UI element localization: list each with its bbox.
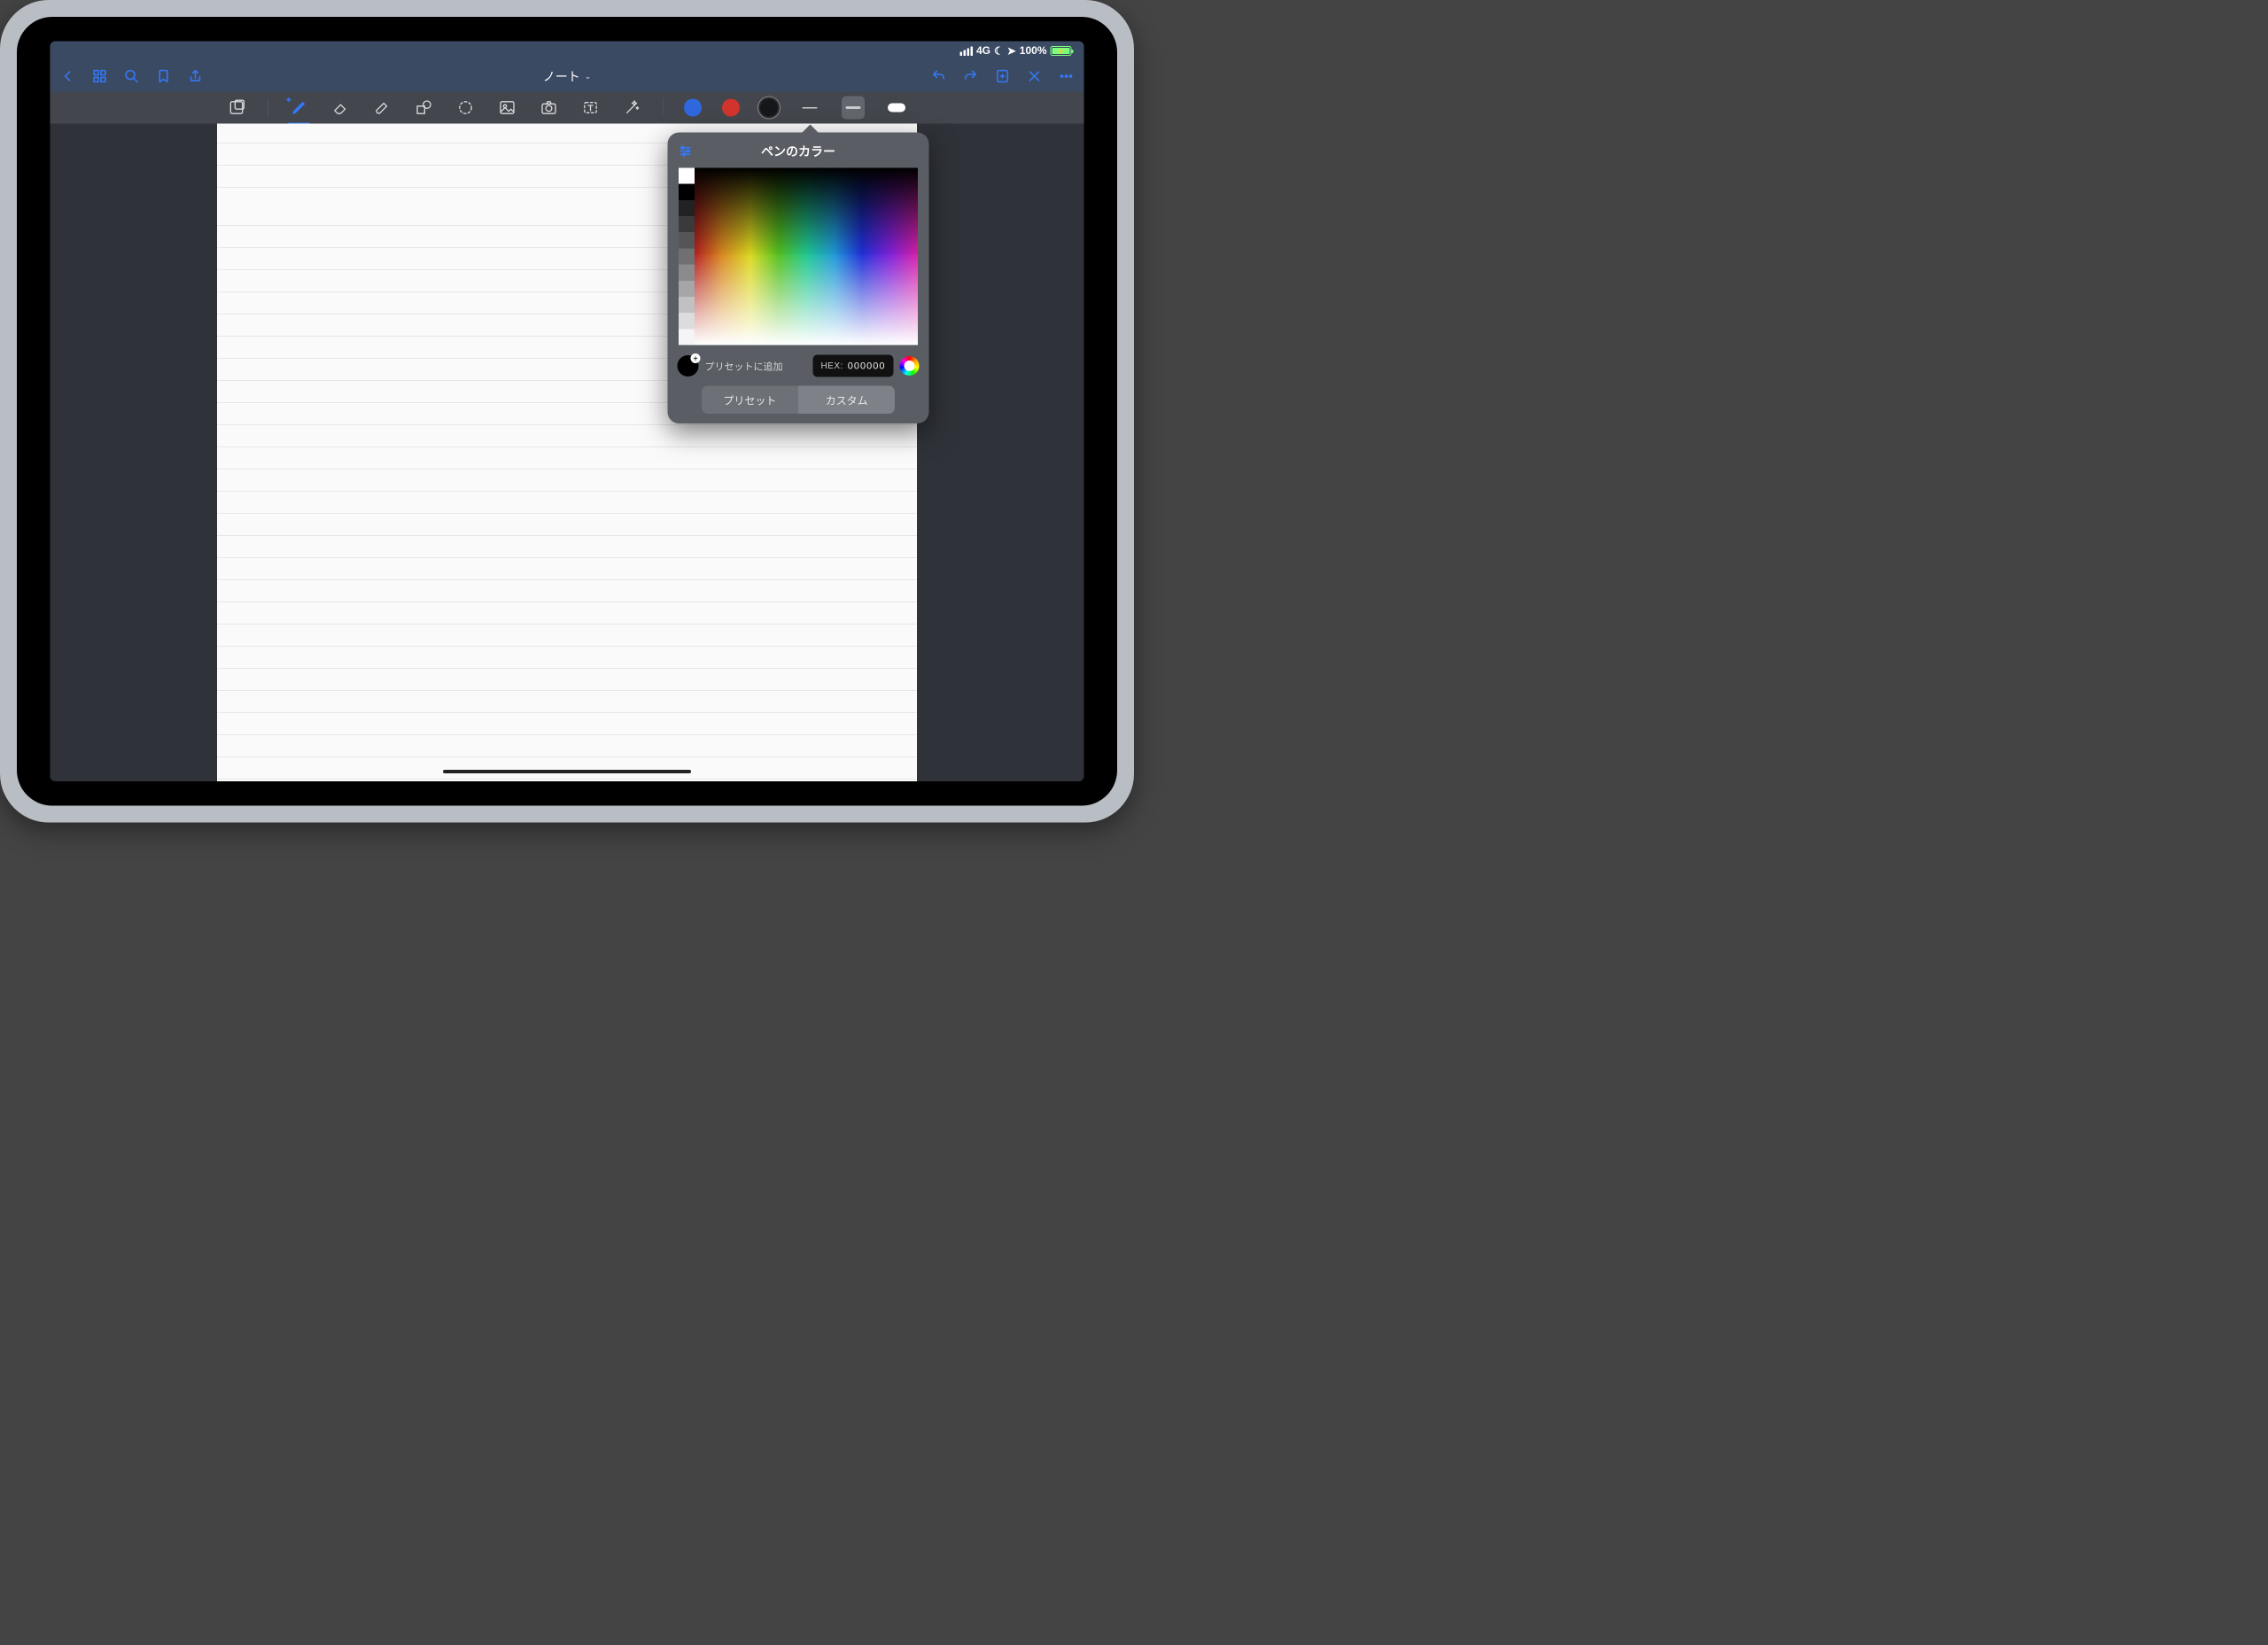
title-text: ノート bbox=[543, 67, 580, 85]
tab-preset[interactable]: プリセット bbox=[702, 386, 798, 415]
text-tool[interactable] bbox=[580, 97, 602, 119]
settings-icon[interactable] bbox=[678, 144, 694, 159]
bookmark-button[interactable] bbox=[155, 67, 173, 85]
close-button[interactable] bbox=[1026, 67, 1044, 85]
tool-bar: ∗ bbox=[50, 92, 1084, 124]
hex-label: HEX: bbox=[820, 361, 843, 371]
network-label: 4G bbox=[976, 45, 990, 58]
lasso-tool[interactable] bbox=[455, 97, 477, 119]
bluetooth-icon: ∗ bbox=[286, 96, 292, 105]
app-header: ノート ⌄ bbox=[50, 61, 1084, 92]
status-bar: 4G ☾ ➤ 100% ⚡ bbox=[50, 42, 1084, 61]
moon-icon: ☾ bbox=[994, 44, 1004, 58]
popover-title: ペンのカラー bbox=[761, 143, 835, 160]
share-button[interactable] bbox=[187, 67, 205, 85]
add-preset-icon: + bbox=[691, 353, 701, 363]
battery-percent: 100% bbox=[1020, 45, 1047, 58]
back-button[interactable] bbox=[59, 67, 77, 85]
undo-button[interactable] bbox=[930, 67, 948, 85]
canvas-area: ペンのカラー + プリセットに追加 HEX: 000000 bbox=[50, 124, 1084, 782]
camera-tool[interactable] bbox=[539, 97, 560, 119]
color-tabs: プリセット カスタム bbox=[702, 386, 895, 415]
signal-icon bbox=[959, 46, 973, 56]
home-indicator[interactable] bbox=[443, 770, 691, 773]
color-popover: ペンのカラー + プリセットに追加 HEX: 000000 bbox=[668, 133, 929, 424]
hex-input[interactable]: HEX: 000000 bbox=[812, 355, 893, 377]
color-wheel-button[interactable] bbox=[900, 356, 920, 376]
color-swatch-blue[interactable] bbox=[684, 99, 702, 117]
highlighter-tool[interactable] bbox=[372, 97, 393, 119]
hex-value: 000000 bbox=[848, 361, 886, 372]
battery-icon: ⚡ bbox=[1051, 46, 1072, 56]
add-page-button[interactable] bbox=[994, 67, 1012, 85]
grid-button[interactable] bbox=[91, 67, 109, 85]
thickness-thin[interactable] bbox=[798, 97, 821, 120]
color-grid[interactable] bbox=[679, 168, 918, 345]
redo-button[interactable] bbox=[962, 67, 980, 85]
search-button[interactable] bbox=[123, 67, 141, 85]
read-mode-tool[interactable] bbox=[226, 97, 247, 119]
current-color-swatch[interactable]: + bbox=[678, 355, 699, 376]
chevron-down-icon: ⌄ bbox=[585, 72, 592, 81]
shape-tool[interactable] bbox=[414, 97, 435, 119]
thickness-thick[interactable] bbox=[885, 97, 908, 120]
more-button[interactable] bbox=[1058, 67, 1076, 85]
color-swatch-black[interactable] bbox=[760, 99, 778, 117]
tab-custom[interactable]: カスタム bbox=[798, 386, 895, 415]
image-tool[interactable] bbox=[497, 97, 518, 119]
wand-tool[interactable] bbox=[622, 97, 643, 119]
add-preset-label[interactable]: プリセットに追加 bbox=[705, 359, 807, 373]
color-swatch-red[interactable] bbox=[722, 99, 740, 117]
document-title[interactable]: ノート ⌄ bbox=[543, 67, 592, 85]
thickness-medium[interactable] bbox=[842, 97, 865, 120]
location-icon: ➤ bbox=[1007, 44, 1016, 58]
pen-tool[interactable]: ∗ bbox=[289, 97, 310, 119]
eraser-tool[interactable] bbox=[330, 97, 352, 119]
